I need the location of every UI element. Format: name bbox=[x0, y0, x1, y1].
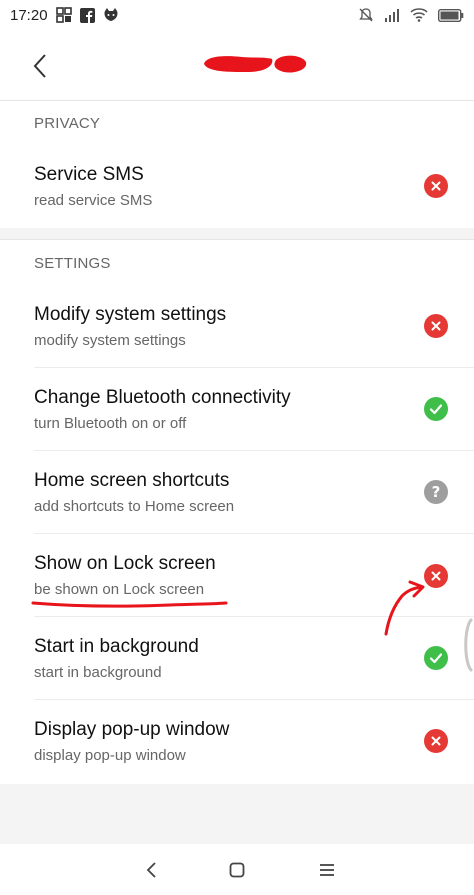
back-button[interactable] bbox=[22, 48, 58, 84]
status-time: 17:20 bbox=[10, 6, 48, 24]
status-left: 17:20 bbox=[10, 7, 119, 24]
navigation-bar bbox=[0, 845, 474, 895]
scroll-handle[interactable] bbox=[459, 618, 473, 672]
permission-subtitle: start in background bbox=[34, 664, 162, 681]
gallery-icon bbox=[55, 7, 72, 23]
permission-row-service-sms[interactable]: Service SMS read service SMS bbox=[0, 145, 474, 228]
permission-row-display-pop-up-window[interactable]: Display pop-up window display pop-up win… bbox=[0, 700, 474, 783]
permission-row-start-in-background[interactable]: Start in background start in background bbox=[0, 617, 474, 700]
battery-icon bbox=[438, 8, 464, 22]
section-gap bbox=[0, 228, 474, 239]
permission-subtitle: modify system settings bbox=[34, 332, 186, 349]
section-header-privacy: PRIVACY bbox=[34, 115, 101, 132]
back-chevron-icon bbox=[33, 54, 46, 78]
denied-icon[interactable] bbox=[424, 174, 448, 198]
signal-icon bbox=[384, 8, 400, 22]
permission-row-home-screen-shortcuts[interactable]: Home screen shortcuts add shortcuts to H… bbox=[0, 451, 474, 534]
permission-title: Display pop-up window bbox=[34, 719, 230, 740]
permission-row-change-bluetooth-connectivity[interactable]: Change Bluetooth connectivity turn Bluet… bbox=[0, 368, 474, 451]
denied-icon[interactable] bbox=[424, 729, 448, 753]
permission-subtitle: turn Bluetooth on or off bbox=[34, 415, 187, 432]
permission-title: Change Bluetooth connectivity bbox=[34, 387, 291, 408]
wifi-icon bbox=[410, 8, 428, 22]
permission-subtitle: add shortcuts to Home screen bbox=[34, 498, 235, 515]
nav-recents-button[interactable] bbox=[314, 857, 340, 883]
permission-subtitle: display pop-up window bbox=[34, 747, 186, 764]
permission-title: Show on Lock screen bbox=[34, 553, 216, 574]
permission-title: Start in background bbox=[34, 636, 199, 657]
permission-title: Service SMS bbox=[34, 164, 144, 185]
denied-icon[interactable] bbox=[424, 564, 448, 588]
nav-back-icon bbox=[146, 862, 156, 878]
section-header-settings: SETTINGS bbox=[34, 255, 111, 272]
title-redaction bbox=[204, 55, 307, 73]
cat-icon bbox=[103, 8, 119, 22]
allowed-check-icon[interactable] bbox=[424, 646, 448, 670]
header-divider bbox=[0, 100, 474, 101]
allowed-check-icon[interactable] bbox=[424, 397, 448, 421]
status-bar: 17:20 bbox=[0, 0, 474, 30]
permission-subtitle: be shown on Lock screen bbox=[34, 581, 205, 598]
denied-icon[interactable] bbox=[424, 314, 448, 338]
nav-home-icon bbox=[229, 862, 245, 878]
permission-row-modify-system-settings[interactable]: Modify system settings modify system set… bbox=[0, 285, 474, 368]
header bbox=[0, 30, 474, 100]
permission-title: Modify system settings bbox=[34, 304, 227, 325]
nav-recents-icon bbox=[320, 864, 334, 876]
section-divider bbox=[0, 239, 474, 240]
permission-subtitle: read service SMS bbox=[34, 192, 153, 209]
nav-back-button[interactable] bbox=[138, 857, 164, 883]
facebook-icon bbox=[79, 7, 95, 23]
nav-home-button[interactable] bbox=[224, 857, 250, 883]
status-right bbox=[358, 7, 464, 23]
bottom-empty-area bbox=[0, 784, 474, 844]
mute-bell-icon bbox=[358, 7, 374, 23]
ask-question-icon[interactable]: ? bbox=[424, 480, 448, 504]
permission-title: Home screen shortcuts bbox=[34, 470, 230, 491]
permission-row-show-on-lock-screen[interactable]: Show on Lock screen be shown on Lock scr… bbox=[0, 534, 474, 617]
